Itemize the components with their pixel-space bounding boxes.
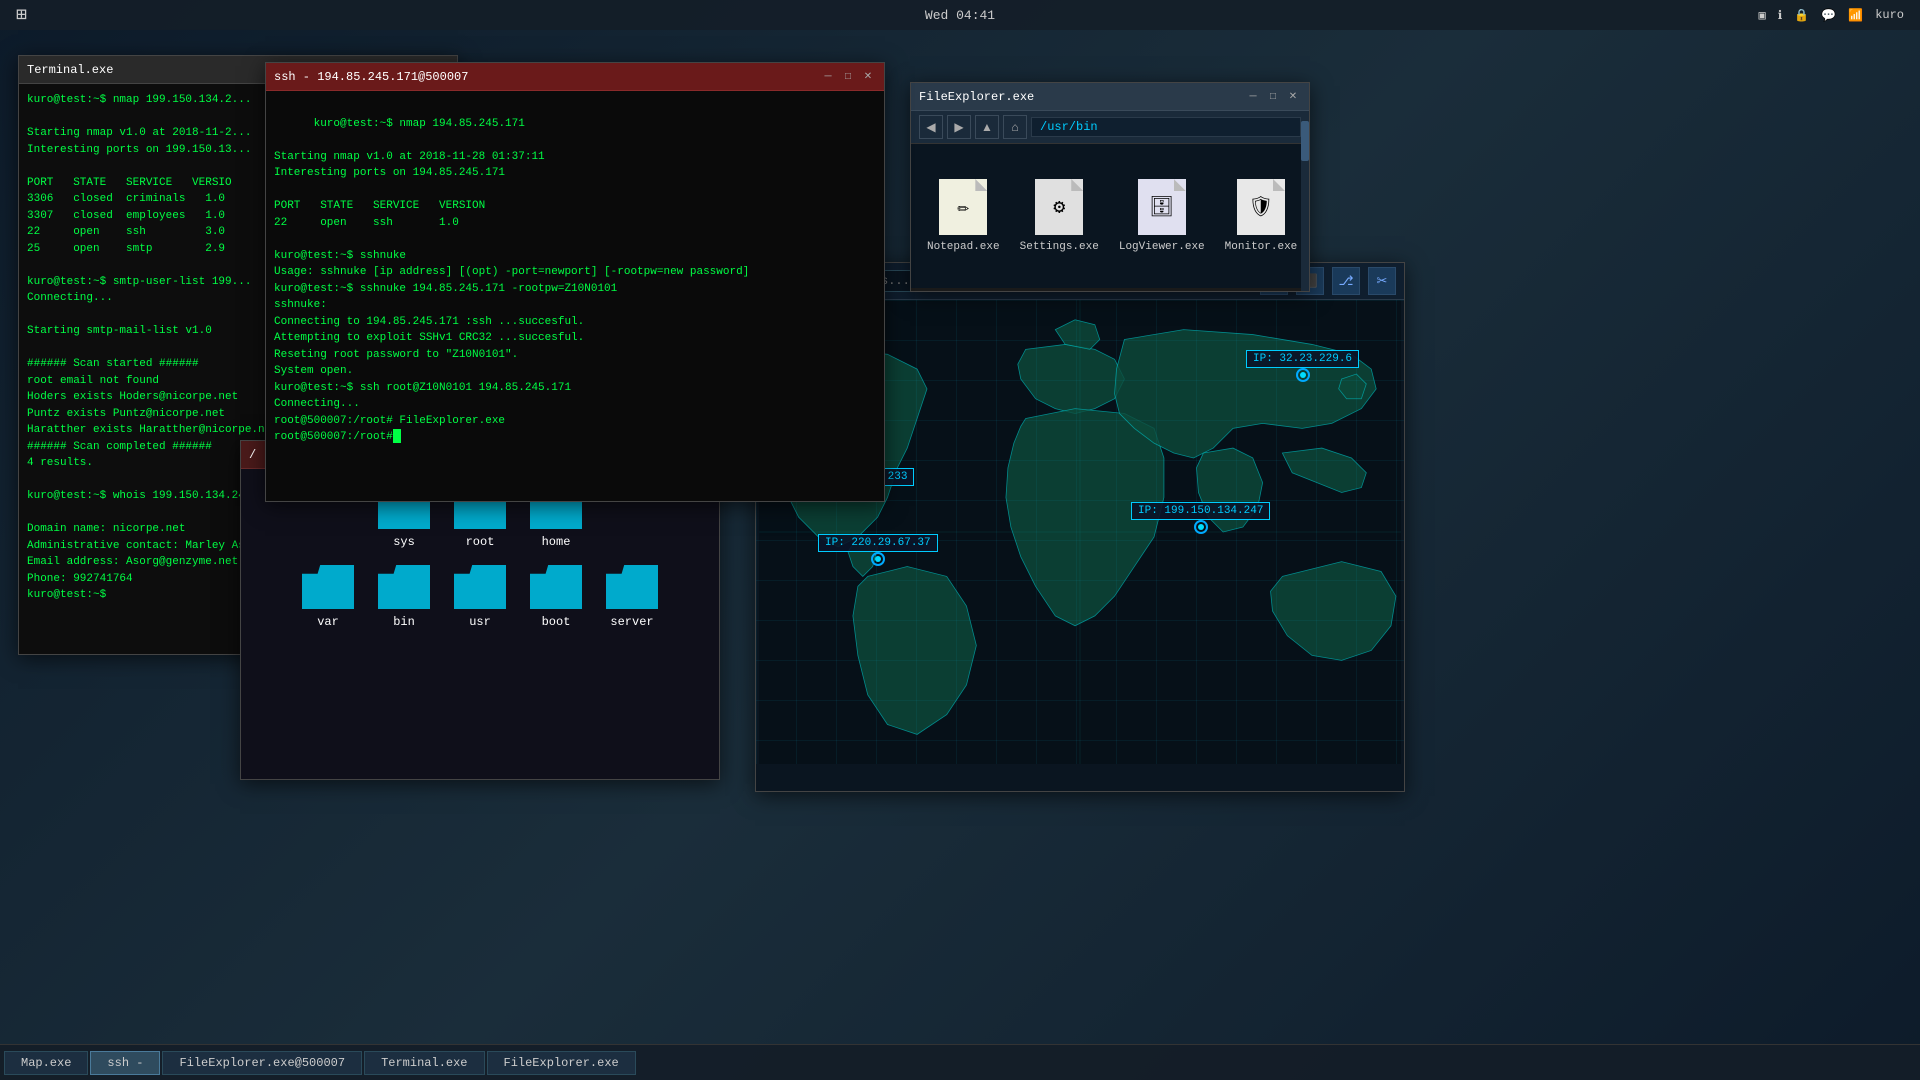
file-explorer-main-title: FileExplorer.exe (919, 90, 1034, 104)
top-bar-right: ▣ ℹ 🔒 💬 📶 kuro (1759, 8, 1904, 23)
fe-main-close[interactable]: ✕ (1285, 89, 1301, 105)
folder-bin[interactable]: bin (378, 565, 430, 629)
logviewer-icon: 🗄 (1138, 179, 1186, 235)
ip-dot-4 (1194, 520, 1208, 534)
settings-label: Settings.exe (1020, 241, 1099, 253)
taskbar-item-fe-500007[interactable]: FileExplorer.exe@500007 (162, 1051, 362, 1075)
folder-home-label: home (542, 535, 571, 549)
top-bar: ⊞ Wed 04:41 ▣ ℹ 🔒 💬 📶 kuro (0, 0, 1920, 30)
app-grid-icon[interactable]: ⊞ (16, 4, 27, 26)
ip-marker-1: IP: 32.23.229.6 (1246, 350, 1359, 382)
taskbar-item-ssh[interactable]: ssh - (90, 1051, 160, 1075)
folder-var-label: var (317, 615, 339, 629)
taskbar-items: Map.exe ssh - FileExplorer.exe@500007 Te… (0, 1051, 640, 1075)
ip-label-1: IP: 32.23.229.6 (1246, 350, 1359, 368)
folder-usr[interactable]: usr (454, 565, 506, 629)
fe-files-area: ✏ Notepad.exe ⚙ Settings.exe 🗄 LogViewer… (911, 144, 1309, 288)
fe-main-scrollbar-thumb (1301, 121, 1309, 161)
folder-server-label: server (610, 615, 653, 629)
folder-bin-icon (378, 565, 430, 609)
desktop: ⊞ Wed 04:41 ▣ ℹ 🔒 💬 📶 kuro Terminal.exe … (0, 0, 1920, 1080)
ip-dot-3 (871, 552, 885, 566)
file-explorer-toolbar: ◀ ▶ ▲ ⌂ /usr/bin (911, 111, 1309, 144)
ssh-minimize[interactable]: ─ (820, 69, 836, 85)
map-share-btn[interactable]: ⎇ (1332, 267, 1360, 295)
fe-file-monitor[interactable]: 🛡 Monitor.exe (1225, 179, 1298, 253)
fe-file-notepad[interactable]: ✏ Notepad.exe (927, 179, 1000, 253)
folder-usr-icon (454, 565, 506, 609)
fe-main-minimize[interactable]: ─ (1245, 89, 1261, 105)
top-bar-left: ⊞ (16, 4, 27, 26)
taskbar-item-map[interactable]: Map.exe (4, 1051, 88, 1075)
ssh-window: ssh - 194.85.245.171@500007 ─ □ ✕ kuro@t… (265, 62, 885, 502)
terminal-left-title: Terminal.exe (27, 63, 113, 77)
folder-root-label: root (466, 535, 495, 549)
ssh-maximize[interactable]: □ (840, 69, 856, 85)
fe-path-display: /usr/bin (1031, 117, 1301, 137)
fe-home-button[interactable]: ⌂ (1003, 115, 1027, 139)
notepad-label: Notepad.exe (927, 241, 1000, 253)
ssh-close[interactable]: ✕ (860, 69, 876, 85)
ssh-title: ssh - 194.85.245.171@500007 (274, 70, 468, 84)
fe-file-settings[interactable]: ⚙ Settings.exe (1020, 179, 1099, 253)
ip-dot-1 (1296, 368, 1310, 382)
ssh-content[interactable]: kuro@test:~$ nmap 194.85.245.171 Startin… (266, 91, 884, 501)
folder-boot-icon (530, 565, 582, 609)
settings-file-icon: ⚙ (1035, 179, 1083, 235)
user-name: kuro (1875, 8, 1904, 22)
file-explorer-root-content: sys root home var bin (241, 469, 719, 779)
folder-boot[interactable]: boot (530, 565, 582, 629)
fe-file-logviewer[interactable]: 🗄 LogViewer.exe (1119, 179, 1205, 253)
ip-label-4: IP: 199.150.134.247 (1131, 502, 1270, 520)
monitor-file-icon: 🛡 (1237, 179, 1285, 235)
file-explorer-root-title: / (249, 448, 256, 462)
fe-main-maximize[interactable]: □ (1265, 89, 1281, 105)
file-explorer-main-window: FileExplorer.exe ─ □ ✕ ◀ ▶ ▲ ⌂ /usr/bin … (910, 82, 1310, 292)
folder-server[interactable]: server (606, 565, 658, 629)
folder-var-icon (302, 565, 354, 609)
tray-icon-chat: 💬 (1821, 8, 1836, 23)
ssh-titlebar: ssh - 194.85.245.171@500007 ─ □ ✕ (266, 63, 884, 91)
ip-label-3: IP: 220.29.67.37 (818, 534, 938, 552)
folder-grid-bottom: var bin usr boot server (257, 565, 703, 629)
fe-main-scrollbar[interactable] (1301, 111, 1309, 291)
tray-icon-wifi: 📶 (1848, 8, 1863, 23)
logviewer-label: LogViewer.exe (1119, 241, 1205, 253)
fe-forward-button[interactable]: ▶ (947, 115, 971, 139)
datetime-display: Wed 04:41 (925, 8, 995, 23)
tray-icon-info: ℹ (1778, 8, 1783, 23)
folder-usr-label: usr (469, 615, 491, 629)
folder-bin-label: bin (393, 615, 415, 629)
taskbar: Map.exe ssh - FileExplorer.exe@500007 Te… (0, 1044, 1920, 1080)
folder-sys-label: sys (393, 535, 415, 549)
tray-icon-lock: 🔒 (1794, 8, 1809, 23)
fe-back-button[interactable]: ◀ (919, 115, 943, 139)
notepad-icon: ✏ (939, 179, 987, 235)
file-explorer-main-titlebar: FileExplorer.exe ─ □ ✕ (911, 83, 1309, 111)
folder-var[interactable]: var (302, 565, 354, 629)
tray-icon-screen: ▣ (1759, 8, 1766, 23)
fe-up-button[interactable]: ▲ (975, 115, 999, 139)
taskbar-item-terminal[interactable]: Terminal.exe (364, 1051, 484, 1075)
map-tool-btn[interactable]: ✂ (1368, 267, 1396, 295)
ip-marker-4: IP: 199.150.134.247 (1131, 502, 1270, 534)
file-explorer-main-controls: ─ □ ✕ (1245, 89, 1301, 105)
ip-marker-3: IP: 220.29.67.37 (818, 534, 938, 566)
taskbar-item-fe[interactable]: FileExplorer.exe (487, 1051, 636, 1075)
folder-server-icon (606, 565, 658, 609)
folder-boot-label: boot (542, 615, 571, 629)
ssh-controls: ─ □ ✕ (820, 69, 876, 85)
monitor-label: Monitor.exe (1225, 241, 1298, 253)
